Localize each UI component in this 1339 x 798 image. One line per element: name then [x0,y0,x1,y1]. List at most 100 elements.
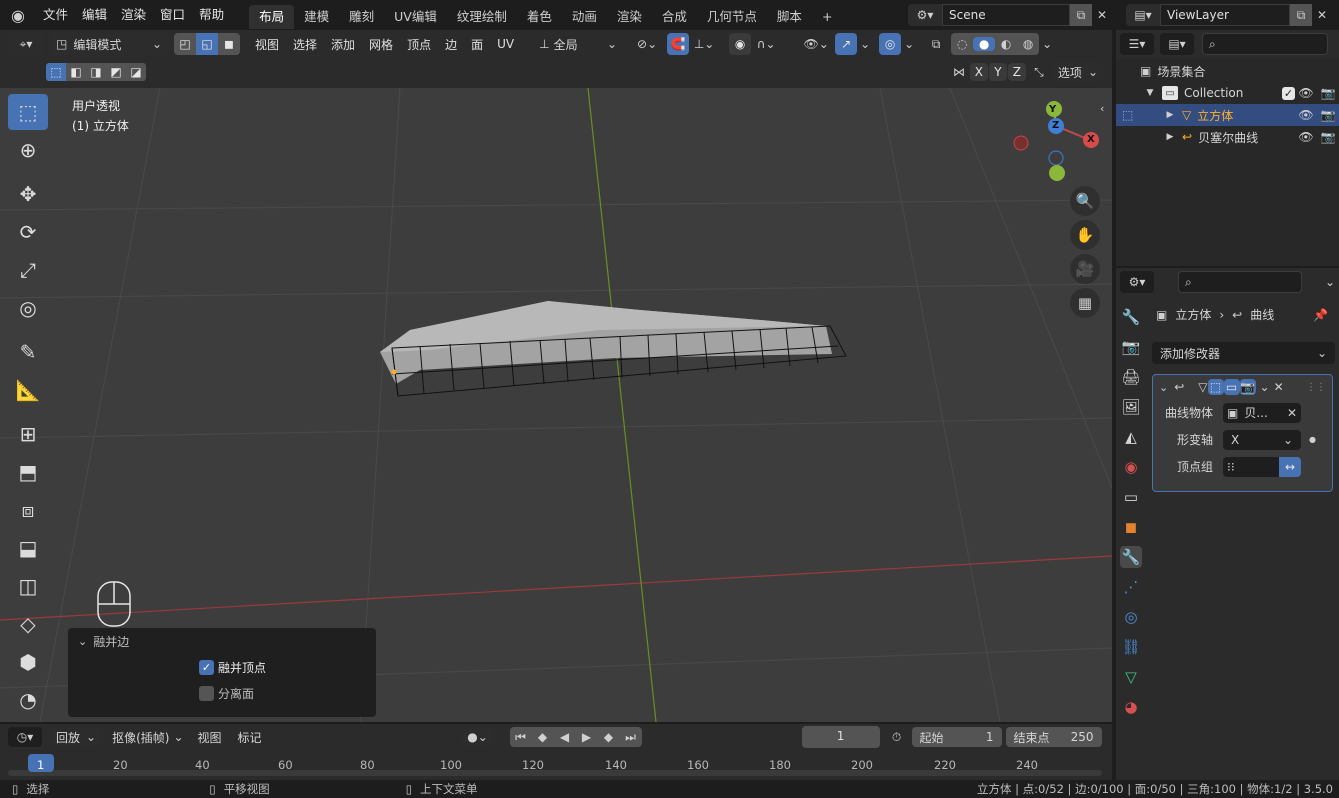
blender-logo-icon[interactable]: ◉ [0,6,36,25]
checkbox-checked-icon[interactable]: ✓ [199,659,214,675]
edit-mode-toggle-icon[interactable]: ▽ [1198,380,1207,394]
eye-icon[interactable]: 👁 [1295,108,1317,122]
knife-tool-icon[interactable]: ◇ [8,606,48,642]
on-cage-toggle-icon[interactable]: ⬚ [1207,379,1224,395]
solid-shading-icon[interactable]: ● [973,37,996,51]
menu-uv[interactable]: UV [490,37,521,51]
tab-animation[interactable]: 动画 [562,5,607,29]
scene-tab-icon[interactable]: ◭ [1120,426,1142,448]
eye-icon[interactable]: 👁 [1295,130,1317,144]
chevron-down-icon[interactable]: ⌄ [1325,275,1335,289]
edit-mode-indicator-icon[interactable]: ⬚ [1122,108,1133,122]
auto-merge-icon[interactable]: ⤡ [1026,65,1052,80]
playback-dropdown[interactable]: 回放 ⌄ [50,727,103,747]
add-workspace-button[interactable]: + [812,5,842,29]
select-subtract-icon[interactable]: ◨ [86,63,106,81]
chevron-down-icon[interactable]: ⌄ [901,37,917,51]
viewlayer-close-icon[interactable]: ✕ [1312,4,1332,26]
menu-render[interactable]: 渲染 [114,0,153,30]
close-icon[interactable]: ✕ [1274,380,1284,394]
checkbox-unchecked-icon[interactable] [199,685,214,701]
pivot-icon[interactable]: ⊘⌄ [631,37,663,51]
perspective-grid-icon[interactable]: ▦ [1070,288,1100,318]
viewlayer-icon[interactable]: ▤▾ [1126,4,1160,26]
outliner-item-cube[interactable]: ⬚ ▶ ▽ 立方体 👁 📷 [1116,104,1339,126]
move-tool-icon[interactable]: ✥ [8,176,48,212]
wireframe-shading-icon[interactable]: ◌ [951,37,973,51]
outliner-editor-icon[interactable]: ☰▾ [1120,33,1154,55]
deform-axis-dropdown[interactable]: X ⌄ [1223,429,1301,450]
expand-arrow-icon[interactable]: ▼ [1144,88,1156,98]
keying-dropdown[interactable]: 抠像(插帧) ⌄ [106,727,189,747]
tab-geometry-nodes[interactable]: 几何节点 [697,5,767,29]
collection-row[interactable]: ▼ ▭ Collection ✓ 👁 📷 [1116,82,1339,104]
menu-edit[interactable]: 编辑 [75,0,114,30]
vertex-group-field[interactable]: ⁝⁝ [1223,456,1279,477]
tab-shading[interactable]: 着色 [517,5,562,29]
view-layer-tab-icon[interactable]: 🖼 [1120,396,1142,418]
poly-build-tool-icon[interactable]: ⬢ [8,644,48,680]
options-dropdown[interactable]: 选项 ⌄ [1051,61,1104,83]
menu-window[interactable]: 窗口 [153,0,192,30]
object-tab-icon[interactable]: ◼ [1120,516,1142,538]
eye-icon[interactable]: 👁 [1295,86,1317,100]
timeline-marker-menu[interactable]: 标记 [238,729,262,746]
sidebar-toggle-icon[interactable]: ‹ [1100,102,1104,115]
annotate-tool-icon[interactable]: ✎ [8,334,48,370]
mirror-z-toggle[interactable]: Z [1007,63,1026,81]
menu-view[interactable]: 视图 [248,36,286,53]
menu-vertex[interactable]: 顶点 [400,36,438,53]
render-tab-icon[interactable]: 📷 [1120,336,1142,358]
face-split-option[interactable]: 分离面 [68,680,376,706]
camera-icon[interactable]: 🎥 [1070,254,1100,284]
chevron-down-icon[interactable]: ⌄ [1039,37,1055,51]
add-cube-tool-icon[interactable]: ⊞ [8,416,48,452]
proportional-edit-icon[interactable]: ◉ [729,33,752,55]
tool-tab-icon[interactable]: 🔧 [1120,306,1142,328]
tab-compositing[interactable]: 合成 [652,5,697,29]
next-keyframe-icon[interactable]: ◆ [598,730,620,744]
editor-type-icon[interactable]: ⌖▾ [8,33,44,55]
menu-mesh[interactable]: 网格 [362,36,400,53]
transform-tool-icon[interactable]: ◎ [8,290,48,326]
expand-arrow-icon[interactable]: ▶ [1164,110,1176,120]
properties-editor-icon[interactable]: ⚙▾ [1120,271,1154,293]
tab-layout[interactable]: 布局 [249,5,295,29]
vertex-select-icon[interactable]: ◰ [174,33,196,55]
scene-collection-row[interactable]: ▣ 场景集合 [1116,60,1339,82]
pan-hand-icon[interactable]: ✋ [1070,220,1100,250]
data-tab-icon[interactable]: ▽ [1120,666,1142,688]
snap-target-icon[interactable]: ⊥⌄ [689,37,719,51]
camera-render-icon[interactable]: 📷 [1317,86,1339,100]
bevel-tool-icon[interactable]: ⬓ [8,530,48,566]
scene-close-icon[interactable]: ✕ [1092,4,1112,26]
inset-tool-icon[interactable]: ⧈ [8,492,48,528]
play-reverse-icon[interactable]: ◀ [554,730,576,744]
current-frame-field[interactable]: 1 [801,726,880,748]
loop-cut-tool-icon[interactable]: ◫ [8,568,48,604]
transform-orientation-dropdown[interactable]: ⊥ 全局 ⌄ [535,33,621,55]
scale-tool-icon[interactable]: ⤢ [8,252,48,288]
display-mode-icon[interactable]: ▤▾ [1160,33,1194,55]
snap-icon[interactable]: 🧲 [667,33,690,55]
mode-selector[interactable]: ◳ 编辑模式 ⌄ [50,33,168,55]
visibility-icon[interactable]: 👁⌄ [801,37,831,51]
scene-new-icon[interactable]: ⧉ [1070,4,1092,26]
select-invert-icon[interactable]: ◩ [106,63,126,81]
menu-edge[interactable]: 边 [438,36,464,53]
jump-start-icon[interactable]: ⏮ [510,730,532,745]
xray-icon[interactable]: ⧉ [925,37,947,52]
collection-tab-icon[interactable]: ▭ [1120,486,1142,508]
chevron-down-icon[interactable]: ⌄ [1159,381,1168,394]
drag-handle-icon[interactable]: ⋮⋮ [1306,382,1326,393]
spin-tool-icon[interactable]: ◔ [8,682,48,718]
physics-tab-icon[interactable]: ◎ [1120,606,1142,628]
timeline-editor-icon[interactable]: ◷▾ [8,727,42,747]
tab-texture-paint[interactable]: 纹理绘制 [447,5,517,29]
prev-keyframe-icon[interactable]: ◆ [532,730,554,744]
play-icon[interactable]: ▶ [576,730,598,744]
menu-select[interactable]: 选择 [286,36,324,53]
particles-tab-icon[interactable]: ⋰ [1120,576,1142,598]
navigation-gizmo[interactable] [1008,98,1108,194]
scene-icon[interactable]: ⚙▾ [908,4,942,26]
